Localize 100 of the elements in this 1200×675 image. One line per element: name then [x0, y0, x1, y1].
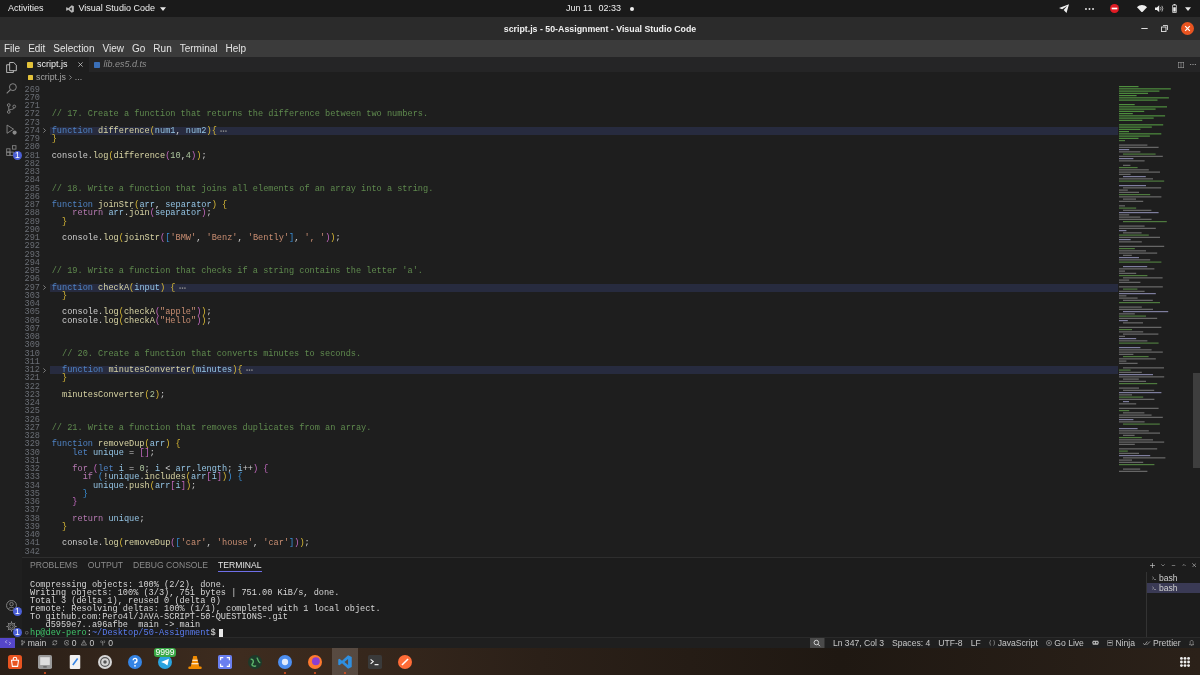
documents-icon[interactable]	[5, 61, 17, 73]
code-line: }	[81, 489, 88, 499]
play-icon[interactable]	[5, 123, 17, 135]
terminal-session[interactable]: bash	[1147, 583, 1200, 593]
line-number: 290	[24, 225, 40, 235]
status-bar-item[interactable]: LF	[970, 638, 981, 648]
problems-button[interactable]: 0 0	[63, 638, 95, 648]
breadcrumb-item[interactable]: script.js	[36, 73, 66, 82]
notification-badge: 9999	[154, 648, 177, 657]
note-pencil-icon[interactable]	[68, 654, 82, 669]
menu-item[interactable]: Terminal	[179, 43, 218, 54]
code-line: function checkA(input) {	[51, 283, 176, 292]
menu-item[interactable]: Edit	[28, 43, 46, 54]
status-bar-item[interactable]: JavaScript	[988, 638, 1038, 648]
chevron-right-icon[interactable]	[43, 128, 46, 134]
app-grid-icon[interactable]	[1180, 656, 1190, 667]
slash-circle-icon[interactable]	[398, 654, 412, 669]
panel-tab[interactable]: PROBLEMS	[30, 558, 78, 572]
clock-button[interactable]: Jun 11 02:33	[566, 4, 634, 13]
wifi-icon[interactable]	[1137, 4, 1147, 13]
status-bar-item[interactable]: Go Live	[1045, 638, 1084, 648]
concentric-circles-icon[interactable]	[98, 654, 112, 669]
bell-icon[interactable]	[1188, 640, 1194, 646]
scrollbar-thumb[interactable]	[1193, 373, 1200, 468]
restore-icon[interactable]	[1161, 25, 1168, 32]
code-line: // 19. Write a function that checks if a string contains the letter 'a'.	[51, 267, 423, 276]
branch-icon[interactable]	[5, 103, 17, 115]
shopping-bag-icon[interactable]	[8, 654, 22, 669]
circle-dot-icon	[1045, 640, 1052, 646]
menu-item[interactable]: Selection	[53, 43, 95, 54]
line-number: 338	[24, 514, 40, 523]
panel-tab[interactable]: TERMINAL	[218, 558, 262, 572]
search-icon[interactable]	[810, 638, 825, 648]
activities-button[interactable]: Activities	[8, 4, 44, 13]
breadcrumb-item[interactable]: ...	[74, 73, 83, 82]
ellipsis-icon[interactable]	[1190, 63, 1196, 66]
line-number: 280	[24, 143, 40, 152]
settings-icon[interactable]	[5, 621, 17, 633]
person-circle-icon[interactable]	[5, 600, 17, 612]
terminal-line: Writing objects: 100% (3/3), 751 bytes | 751.00 KiB/s, done.	[30, 589, 340, 597]
close-icon[interactable]	[1181, 22, 1194, 35]
globe-icon[interactable]	[248, 654, 262, 669]
notification-badge: 1	[13, 151, 22, 161]
menu-item[interactable]: Help	[225, 43, 247, 54]
close-icon[interactable]	[77, 62, 83, 67]
code-line: return unique;	[71, 514, 145, 523]
code-line: }	[61, 291, 68, 301]
panel-tab[interactable]: OUTPUT	[87, 558, 124, 572]
app-menu-button[interactable]: Visual Studio Code	[65, 4, 166, 13]
status-bar-item[interactable]: Ln 347, Col 3	[832, 638, 885, 648]
ellipsis-icon[interactable]	[219, 129, 227, 132]
circle-icon[interactable]	[25, 631, 29, 635]
caret-down-icon[interactable]	[1185, 6, 1191, 11]
no-entry-icon[interactable]	[1110, 4, 1119, 13]
split-editor-icon[interactable]	[1178, 61, 1184, 68]
ellipsis-icon[interactable]	[178, 286, 186, 289]
status-bar-item[interactable]: UTF-8	[938, 638, 963, 648]
terminal-icon[interactable]	[368, 654, 382, 669]
dot-icon	[629, 6, 634, 11]
menu-item[interactable]: View	[102, 43, 124, 54]
drawer-icon[interactable]	[38, 654, 52, 669]
status-bar-item[interactable]: Ninja	[1106, 638, 1135, 648]
ring-icon[interactable]	[278, 654, 292, 669]
ports-button[interactable]: 0	[100, 638, 113, 648]
menu-item[interactable]: Go	[132, 43, 146, 54]
minimize-icon[interactable]	[1141, 27, 1148, 30]
chevron-right-icon[interactable]	[43, 367, 46, 373]
paper-plane-icon[interactable]	[1059, 4, 1069, 13]
editor-tab[interactable]: script.js	[22, 57, 89, 72]
chevron-right-icon	[68, 75, 72, 80]
line-number: 274	[24, 126, 40, 136]
traffic-cone-icon[interactable]	[188, 654, 202, 669]
volume-icon[interactable]	[1155, 4, 1164, 13]
battery-icon[interactable]	[1172, 4, 1177, 13]
ribbon-icon[interactable]	[338, 654, 352, 669]
help-icon[interactable]	[128, 654, 142, 669]
chevron-right-icon[interactable]	[43, 285, 46, 291]
branch-button[interactable]: main	[21, 638, 47, 648]
frame-corners-icon[interactable]	[218, 654, 232, 669]
panel-tab[interactable]: DEBUG CONSOLE	[133, 558, 209, 572]
chevron-up-icon[interactable]	[1181, 563, 1186, 567]
blocks-icon[interactable]	[5, 144, 17, 156]
code-line: }	[71, 498, 78, 507]
editor-tab[interactable]: lib.es5.d.ts	[88, 57, 153, 72]
code-line: minutesConverter(2);	[61, 390, 166, 400]
menu-item[interactable]: File	[4, 43, 21, 54]
search-icon[interactable]	[5, 82, 17, 94]
plus-icon[interactable]	[1149, 562, 1155, 568]
status-bar-item[interactable]: Prettier	[1143, 638, 1181, 648]
more-icon[interactable]	[1085, 7, 1094, 10]
chevron-down-icon[interactable]	[1160, 563, 1165, 567]
ellipsis-icon[interactable]	[245, 369, 253, 372]
status-bar-item[interactable]: Spaces: 4	[892, 638, 931, 648]
disc-circle-icon[interactable]	[308, 654, 322, 669]
sync-icon[interactable]	[52, 640, 58, 646]
line-number: 291	[24, 234, 40, 243]
line-number: 286	[24, 192, 40, 202]
terminal-session[interactable]: bash	[1147, 573, 1200, 583]
menu-item[interactable]: Run	[153, 43, 172, 54]
goggles-icon[interactable]	[1091, 640, 1099, 646]
